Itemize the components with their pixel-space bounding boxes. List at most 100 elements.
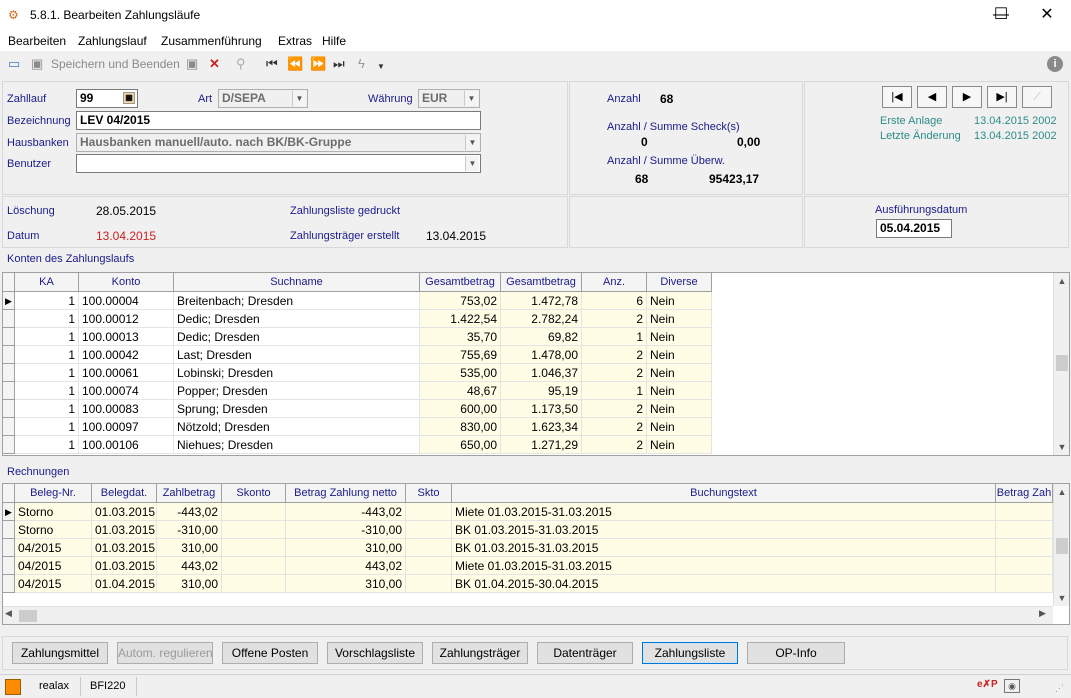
table-cell[interactable]: 100.00042 [79, 346, 174, 364]
table-cell[interactable]: Nein [647, 310, 712, 328]
table-cell[interactable]: 100.00074 [79, 382, 174, 400]
menu-zahlungslauf[interactable]: Zahlungslauf [78, 34, 147, 48]
table-cell[interactable]: 1.173,50 [501, 400, 582, 418]
nav-first-button[interactable]: |◀ [882, 86, 912, 108]
table-cell[interactable]: Niehues; Dresden [174, 436, 420, 454]
column-header[interactable]: Skto [406, 484, 452, 503]
table-cell[interactable]: 35,70 [420, 328, 501, 346]
column-header[interactable]: Betrag Zah [996, 484, 1053, 503]
table-cell[interactable] [406, 521, 452, 539]
table-cell[interactable]: Lobinski; Dresden [174, 364, 420, 382]
menu-extras[interactable]: Extras [278, 34, 312, 48]
table-cell[interactable]: 100.00013 [79, 328, 174, 346]
row-indicator[interactable] [3, 400, 15, 418]
table-cell[interactable]: 600,00 [420, 400, 501, 418]
table-cell[interactable]: 100.00097 [79, 418, 174, 436]
nav-extra-button[interactable]: ⟋ [1022, 86, 1052, 108]
zahlungstraeger-button[interactable]: Zahlungsträger [432, 642, 528, 664]
table-cell[interactable]: 100.00004 [79, 292, 174, 310]
table-cell[interactable]: 2.782,24 [501, 310, 582, 328]
table-cell[interactable]: 2 [582, 364, 647, 382]
nav-next-button[interactable]: ▶ [952, 86, 982, 108]
waehrung-select[interactable]: EUR ▼ [418, 89, 480, 108]
table-cell[interactable]: 753,02 [420, 292, 501, 310]
table-cell[interactable]: 01.03.2015 [92, 503, 157, 521]
table-cell[interactable]: 01.03.2015 [92, 539, 157, 557]
table-cell[interactable]: 1 [15, 364, 79, 382]
table-cell[interactable] [222, 557, 286, 575]
table-cell[interactable]: 1 [15, 292, 79, 310]
scroll-thumb[interactable] [1056, 355, 1068, 371]
lookup-icon[interactable]: ▦ [123, 92, 135, 104]
table-cell[interactable]: 01.03.2015 [92, 557, 157, 575]
table-cell[interactable]: Breitenbach; Dresden [174, 292, 420, 310]
menu-zusammenfuehrung[interactable]: Zusammenführung [161, 34, 262, 48]
delete-icon[interactable]: ✕ [209, 57, 220, 71]
table-cell[interactable] [406, 539, 452, 557]
row-indicator[interactable] [3, 539, 15, 557]
table-cell[interactable]: 2 [582, 418, 647, 436]
row-indicator[interactable] [3, 557, 15, 575]
table-cell[interactable]: -310,00 [157, 521, 222, 539]
column-header[interactable]: Gesamtbetrag [501, 273, 582, 292]
nav-last-button[interactable]: ▶| [987, 86, 1017, 108]
maximize-button[interactable]: ☐ [978, 0, 1024, 31]
row-indicator[interactable] [3, 418, 15, 436]
table-cell[interactable]: 100.00106 [79, 436, 174, 454]
scroll-thumb[interactable] [1056, 538, 1068, 554]
table-cell[interactable]: Nein [647, 346, 712, 364]
disk-icon[interactable]: ▣ [186, 57, 198, 71]
close-button[interactable]: ✕ [1024, 0, 1070, 31]
autom-regulieren-button[interactable]: Autom. regulieren [117, 642, 213, 664]
column-header[interactable]: KA [15, 273, 79, 292]
table-cell[interactable]: 1 [15, 346, 79, 364]
table-cell[interactable]: 95,19 [501, 382, 582, 400]
row-indicator[interactable] [3, 575, 15, 593]
table-cell[interactable]: 04/2015 [15, 557, 92, 575]
column-header[interactable]: Zahlbetrag [157, 484, 222, 503]
table-cell[interactable]: Miete 01.03.2015-31.03.2015 [452, 557, 996, 575]
table-cell[interactable]: 1 [15, 382, 79, 400]
row-indicator[interactable] [3, 364, 15, 382]
chevron-down-icon[interactable]: ▼ [377, 60, 385, 74]
table-cell[interactable]: Storno [15, 503, 92, 521]
column-header[interactable]: Betrag Zahlung netto [286, 484, 406, 503]
op-info-button[interactable]: OP-Info [747, 642, 845, 664]
table-cell[interactable]: 100.00083 [79, 400, 174, 418]
table-cell[interactable]: 443,02 [157, 557, 222, 575]
table-cell[interactable] [996, 539, 1053, 557]
row-indicator[interactable]: ▶ [3, 292, 15, 310]
table-cell[interactable] [222, 521, 286, 539]
scroll-up-icon[interactable]: ▲ [1054, 484, 1069, 500]
next-record-icon[interactable]: ⏩ [310, 57, 326, 71]
table-cell[interactable]: 1.046,37 [501, 364, 582, 382]
table-cell[interactable]: 1.271,29 [501, 436, 582, 454]
table-cell[interactable]: Popper; Dresden [174, 382, 420, 400]
table-cell[interactable]: 1 [15, 328, 79, 346]
row-indicator[interactable] [3, 328, 15, 346]
zahlungsmittel-button[interactable]: Zahlungsmittel [12, 642, 108, 664]
row-indicator[interactable] [3, 521, 15, 539]
table-cell[interactable]: 04/2015 [15, 539, 92, 557]
search-icon[interactable]: ⚲ [236, 57, 246, 71]
table-cell[interactable]: 04/2015 [15, 575, 92, 593]
export-icon[interactable]: e✗P [977, 679, 998, 690]
datentraeger-button[interactable]: Datenträger [537, 642, 633, 664]
table-cell[interactable]: Dedic; Dresden [174, 310, 420, 328]
table-cell[interactable]: 1 [15, 436, 79, 454]
previous-record-icon[interactable]: ⏪ [287, 57, 303, 71]
scroll-thumb[interactable] [19, 610, 37, 622]
resize-grip-icon[interactable]: ⋰ [1055, 683, 1064, 694]
zahllauf-field[interactable]: 99 ▦ [76, 89, 138, 108]
table-cell[interactable]: 6 [582, 292, 647, 310]
table-cell[interactable]: 1.478,00 [501, 346, 582, 364]
table-cell[interactable]: 830,00 [420, 418, 501, 436]
table-cell[interactable]: 1 [582, 328, 647, 346]
offene-posten-button[interactable]: Offene Posten [222, 642, 318, 664]
table-cell[interactable]: 69,82 [501, 328, 582, 346]
column-header[interactable]: Skonto [222, 484, 286, 503]
table-cell[interactable]: Miete 01.03.2015-31.03.2015 [452, 503, 996, 521]
column-header[interactable]: Beleg-Nr. [15, 484, 92, 503]
table-cell[interactable]: 443,02 [286, 557, 406, 575]
table-cell[interactable]: BK 01.03.2015-31.03.2015 [452, 521, 996, 539]
